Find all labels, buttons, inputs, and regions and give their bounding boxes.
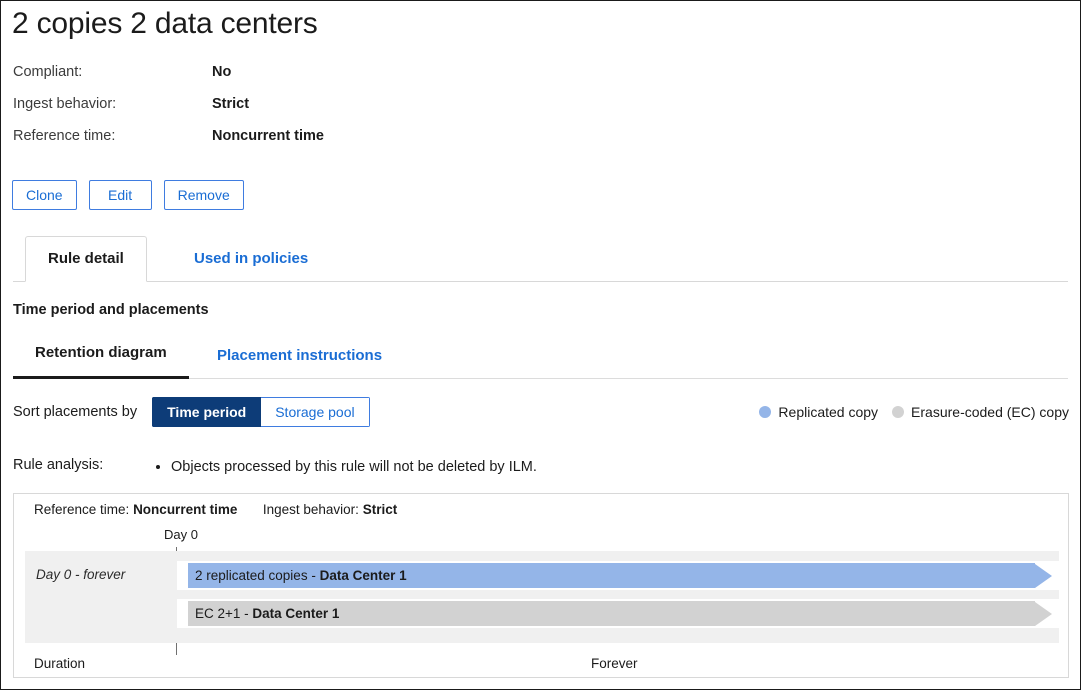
property-label: Ingest behavior: bbox=[13, 96, 212, 112]
rule-analysis-list: Objects processed by this rule will not … bbox=[153, 457, 537, 477]
legend-label: Erasure-coded (EC) copy bbox=[911, 404, 1069, 420]
diagram-header: Reference time: Noncurrent time Ingest b… bbox=[34, 502, 397, 517]
edit-button[interactable]: Edit bbox=[89, 180, 152, 210]
placement-bar-prefix: EC 2+1 - bbox=[195, 606, 252, 621]
legend-item-replicated: Replicated copy bbox=[759, 404, 878, 420]
tab-used-in-policies[interactable]: Used in policies bbox=[171, 236, 331, 282]
placement-bar-pool: Data Center 1 bbox=[252, 606, 339, 621]
placement-bar-label: EC 2+1 - Data Center 1 bbox=[188, 601, 1035, 626]
diagram-ingest-behavior-value: Strict bbox=[363, 502, 398, 517]
property-label: Reference time: bbox=[13, 128, 212, 144]
placement-bar-erasure-coded[interactable]: EC 2+1 - Data Center 1 bbox=[188, 601, 1052, 626]
duration-label: Duration bbox=[34, 656, 85, 671]
placement-bar-prefix: 2 replicated copies - bbox=[195, 568, 320, 583]
tab-placement-instructions[interactable]: Placement instructions bbox=[195, 338, 404, 379]
tab-retention-diagram[interactable]: Retention diagram bbox=[13, 335, 189, 379]
sort-placements-control: Sort placements by Time period Storage p… bbox=[13, 397, 370, 427]
diagram-ingest-behavior-label: Ingest behavior: bbox=[263, 502, 359, 517]
time-period-label-cell: Day 0 - forever bbox=[25, 551, 176, 643]
property-row: Ingest behavior: Strict bbox=[13, 96, 533, 128]
placement-bar-replicated[interactable]: 2 replicated copies - Data Center 1 bbox=[188, 563, 1052, 588]
legend-label: Replicated copy bbox=[778, 404, 878, 420]
property-value: Strict bbox=[212, 96, 249, 112]
diagram-reference-time-label: Reference time: bbox=[34, 502, 129, 517]
rule-analysis: Rule analysis: Objects processed by this… bbox=[13, 457, 537, 477]
clone-button[interactable]: Clone bbox=[12, 180, 77, 210]
diagram-reference-time-value: Noncurrent time bbox=[133, 502, 237, 517]
erasure-coded-copy-dot-icon bbox=[892, 406, 904, 418]
property-row: Reference time: Noncurrent time bbox=[13, 128, 533, 160]
section-heading: Time period and placements bbox=[13, 302, 209, 318]
forever-arrow-icon bbox=[1035, 564, 1052, 588]
time-period-label: Day 0 - forever bbox=[36, 567, 125, 582]
property-value: Noncurrent time bbox=[212, 128, 324, 144]
rule-properties: Compliant: No Ingest behavior: Strict Re… bbox=[13, 64, 533, 160]
diagram-legend: Replicated copy Erasure-coded (EC) copy bbox=[759, 404, 1069, 420]
forever-arrow-icon bbox=[1035, 602, 1052, 626]
sort-segmented-control: Time period Storage pool bbox=[152, 397, 370, 427]
property-value: No bbox=[212, 64, 231, 80]
action-bar: Clone Edit Remove bbox=[12, 180, 244, 210]
rule-tabs: Rule detail Used in policies bbox=[1, 236, 1080, 282]
sort-option-time-period[interactable]: Time period bbox=[152, 397, 261, 427]
duration-value: Forever bbox=[591, 656, 638, 671]
remove-button[interactable]: Remove bbox=[164, 180, 244, 210]
axis-start-label: Day 0 bbox=[164, 527, 198, 542]
placement-bar-label: 2 replicated copies - Data Center 1 bbox=[188, 563, 1035, 588]
placement-tabs: Retention diagram Placement instructions bbox=[1, 337, 1080, 379]
placement-track: 2 replicated copies - Data Center 1 bbox=[177, 561, 1059, 590]
time-period-band: Day 0 - forever 2 replicated copies - Da… bbox=[25, 551, 1059, 643]
property-label: Compliant: bbox=[13, 64, 212, 80]
placement-track: EC 2+1 - Data Center 1 bbox=[177, 599, 1059, 628]
legend-item-erasure-coded: Erasure-coded (EC) copy bbox=[892, 404, 1069, 420]
tab-rule-detail[interactable]: Rule detail bbox=[25, 236, 147, 282]
page-title: 2 copies 2 data centers bbox=[12, 7, 318, 41]
list-item: Objects processed by this rule will not … bbox=[171, 457, 537, 477]
rule-analysis-label: Rule analysis: bbox=[13, 457, 153, 473]
replicated-copy-dot-icon bbox=[759, 406, 771, 418]
rule-detail-page: 2 copies 2 data centers Compliant: No In… bbox=[0, 0, 1081, 690]
placement-bar-pool: Data Center 1 bbox=[320, 568, 407, 583]
retention-diagram: Reference time: Noncurrent time Ingest b… bbox=[13, 493, 1069, 678]
property-row: Compliant: No bbox=[13, 64, 533, 96]
sort-option-storage-pool[interactable]: Storage pool bbox=[261, 397, 369, 427]
sort-placements-label: Sort placements by bbox=[13, 404, 137, 420]
